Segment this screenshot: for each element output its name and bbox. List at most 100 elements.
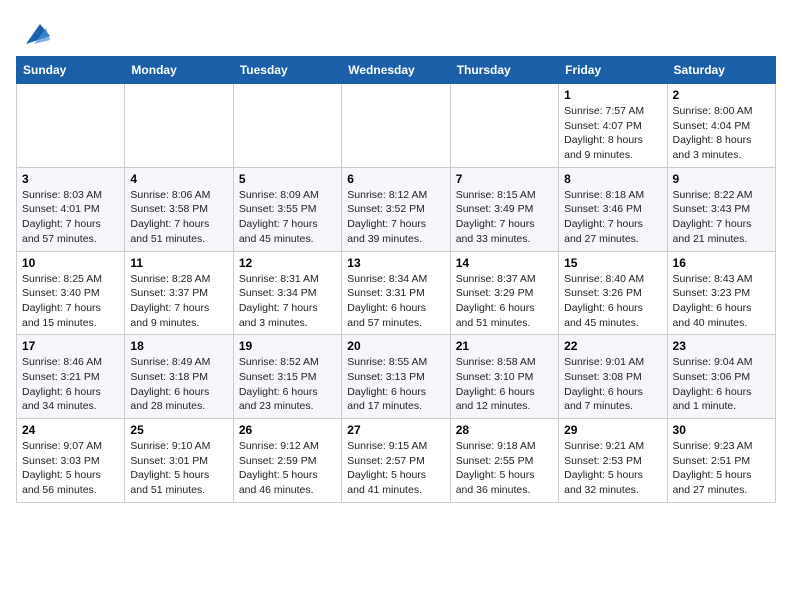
day-info: Sunrise: 8:00 AM Sunset: 4:04 PM Dayligh… (673, 104, 770, 163)
day-number: 2 (673, 88, 770, 102)
day-info: Sunrise: 8:18 AM Sunset: 3:46 PM Dayligh… (564, 188, 661, 247)
calendar-cell: 7 Sunrise: 8:15 AM Sunset: 3:49 PM Daylig… (450, 167, 558, 251)
day-number: 17 (22, 339, 119, 353)
calendar-cell: 18Sunrise: 8:49 AM Sunset: 3:18 PM Dayli… (125, 335, 233, 419)
calendar-cell: 11Sunrise: 8:28 AM Sunset: 3:37 PM Dayli… (125, 251, 233, 335)
day-info: Sunrise: 8:22 AM Sunset: 3:43 PM Dayligh… (673, 188, 770, 247)
calendar-cell: 26 Sunrise: 9:12 AM Sunset: 2:59 PM Dayli… (233, 419, 341, 503)
calendar-cell: 25 Sunrise: 9:10 AM Sunset: 3:01 PM Dayli… (125, 419, 233, 503)
calendar-cell: 21Sunrise: 8:58 AM Sunset: 3:10 PM Dayli… (450, 335, 558, 419)
day-number: 24 (22, 423, 119, 437)
day-number: 13 (347, 256, 444, 270)
day-header-sunday: Sunday (17, 57, 125, 84)
day-info: Sunrise: 9:10 AM Sunset: 3:01 PM Dayligh… (130, 439, 227, 498)
day-number: 23 (673, 339, 770, 353)
calendar-cell: 23 Sunrise: 9:04 AM Sunset: 3:06 PM Dayli… (667, 335, 775, 419)
calendar-cell: 22 Sunrise: 9:01 AM Sunset: 3:08 PM Dayli… (559, 335, 667, 419)
day-number: 26 (239, 423, 336, 437)
day-number: 19 (239, 339, 336, 353)
day-number: 16 (673, 256, 770, 270)
day-number: 27 (347, 423, 444, 437)
calendar-week-row: 17Sunrise: 8:46 AM Sunset: 3:21 PM Dayli… (17, 335, 776, 419)
calendar-cell: 14 Sunrise: 8:37 AM Sunset: 3:29 PM Dayli… (450, 251, 558, 335)
day-number: 9 (673, 172, 770, 186)
day-header-monday: Monday (125, 57, 233, 84)
calendar-cell: 4 Sunrise: 8:06 AM Sunset: 3:58 PM Daylig… (125, 167, 233, 251)
day-info: Sunrise: 8:06 AM Sunset: 3:58 PM Dayligh… (130, 188, 227, 247)
day-number: 3 (22, 172, 119, 186)
calendar-cell: 17Sunrise: 8:46 AM Sunset: 3:21 PM Dayli… (17, 335, 125, 419)
day-info: Sunrise: 9:15 AM Sunset: 2:57 PM Dayligh… (347, 439, 444, 498)
calendar: SundayMondayTuesdayWednesdayThursdayFrid… (16, 56, 776, 503)
calendar-cell: 5Sunrise: 8:09 AM Sunset: 3:55 PM Daylig… (233, 167, 341, 251)
calendar-cell (17, 84, 125, 168)
logo-icon (18, 20, 50, 48)
day-info: Sunrise: 8:40 AM Sunset: 3:26 PM Dayligh… (564, 272, 661, 331)
calendar-cell: 2 Sunrise: 8:00 AM Sunset: 4:04 PM Daylig… (667, 84, 775, 168)
calendar-cell (342, 84, 450, 168)
calendar-cell: 15 Sunrise: 8:40 AM Sunset: 3:26 PM Dayli… (559, 251, 667, 335)
calendar-cell (125, 84, 233, 168)
calendar-week-row: 24Sunrise: 9:07 AM Sunset: 3:03 PM Dayli… (17, 419, 776, 503)
day-info: Sunrise: 9:21 AM Sunset: 2:53 PM Dayligh… (564, 439, 661, 498)
day-number: 25 (130, 423, 227, 437)
day-info: Sunrise: 8:25 AM Sunset: 3:40 PM Dayligh… (22, 272, 119, 331)
day-number: 8 (564, 172, 661, 186)
day-number: 14 (456, 256, 553, 270)
day-info: Sunrise: 8:03 AM Sunset: 4:01 PM Dayligh… (22, 188, 119, 247)
header (16, 16, 776, 48)
calendar-cell (233, 84, 341, 168)
day-info: Sunrise: 8:12 AM Sunset: 3:52 PM Dayligh… (347, 188, 444, 247)
day-number: 20 (347, 339, 444, 353)
day-header-wednesday: Wednesday (342, 57, 450, 84)
calendar-cell: 3 Sunrise: 8:03 AM Sunset: 4:01 PM Daylig… (17, 167, 125, 251)
day-header-saturday: Saturday (667, 57, 775, 84)
calendar-cell: 24Sunrise: 9:07 AM Sunset: 3:03 PM Dayli… (17, 419, 125, 503)
logo (16, 20, 50, 48)
day-info: Sunrise: 8:09 AM Sunset: 3:55 PM Dayligh… (239, 188, 336, 247)
day-info: Sunrise: 9:01 AM Sunset: 3:08 PM Dayligh… (564, 355, 661, 414)
calendar-week-row: 1Sunrise: 7:57 AM Sunset: 4:07 PM Daylig… (17, 84, 776, 168)
calendar-cell (450, 84, 558, 168)
day-number: 22 (564, 339, 661, 353)
calendar-header-row: SundayMondayTuesdayWednesdayThursdayFrid… (17, 57, 776, 84)
calendar-cell: 12 Sunrise: 8:31 AM Sunset: 3:34 PM Dayli… (233, 251, 341, 335)
day-header-friday: Friday (559, 57, 667, 84)
day-info: Sunrise: 9:04 AM Sunset: 3:06 PM Dayligh… (673, 355, 770, 414)
day-number: 28 (456, 423, 553, 437)
day-info: Sunrise: 8:52 AM Sunset: 3:15 PM Dayligh… (239, 355, 336, 414)
day-info: Sunrise: 8:37 AM Sunset: 3:29 PM Dayligh… (456, 272, 553, 331)
day-number: 29 (564, 423, 661, 437)
calendar-cell: 27 Sunrise: 9:15 AM Sunset: 2:57 PM Dayli… (342, 419, 450, 503)
calendar-cell: 30Sunrise: 9:23 AM Sunset: 2:51 PM Dayli… (667, 419, 775, 503)
day-info: Sunrise: 8:34 AM Sunset: 3:31 PM Dayligh… (347, 272, 444, 331)
day-info: Sunrise: 9:12 AM Sunset: 2:59 PM Dayligh… (239, 439, 336, 498)
day-number: 12 (239, 256, 336, 270)
day-number: 6 (347, 172, 444, 186)
day-number: 4 (130, 172, 227, 186)
calendar-cell: 8 Sunrise: 8:18 AM Sunset: 3:46 PM Daylig… (559, 167, 667, 251)
day-number: 7 (456, 172, 553, 186)
day-info: Sunrise: 9:18 AM Sunset: 2:55 PM Dayligh… (456, 439, 553, 498)
day-info: Sunrise: 8:43 AM Sunset: 3:23 PM Dayligh… (673, 272, 770, 331)
calendar-cell: 6 Sunrise: 8:12 AM Sunset: 3:52 PM Daylig… (342, 167, 450, 251)
calendar-week-row: 3 Sunrise: 8:03 AM Sunset: 4:01 PM Daylig… (17, 167, 776, 251)
day-number: 30 (673, 423, 770, 437)
calendar-cell: 9 Sunrise: 8:22 AM Sunset: 3:43 PM Daylig… (667, 167, 775, 251)
day-number: 18 (130, 339, 227, 353)
calendar-cell: 20Sunrise: 8:55 AM Sunset: 3:13 PM Dayli… (342, 335, 450, 419)
day-header-tuesday: Tuesday (233, 57, 341, 84)
day-number: 15 (564, 256, 661, 270)
calendar-cell: 10 Sunrise: 8:25 AM Sunset: 3:40 PM Dayli… (17, 251, 125, 335)
day-info: Sunrise: 8:15 AM Sunset: 3:49 PM Dayligh… (456, 188, 553, 247)
day-info: Sunrise: 7:57 AM Sunset: 4:07 PM Dayligh… (564, 104, 661, 163)
calendar-week-row: 10 Sunrise: 8:25 AM Sunset: 3:40 PM Dayli… (17, 251, 776, 335)
day-number: 10 (22, 256, 119, 270)
day-header-thursday: Thursday (450, 57, 558, 84)
day-info: Sunrise: 8:28 AM Sunset: 3:37 PM Dayligh… (130, 272, 227, 331)
calendar-cell: 29 Sunrise: 9:21 AM Sunset: 2:53 PM Dayli… (559, 419, 667, 503)
calendar-cell: 1Sunrise: 7:57 AM Sunset: 4:07 PM Daylig… (559, 84, 667, 168)
calendar-cell: 13 Sunrise: 8:34 AM Sunset: 3:31 PM Dayli… (342, 251, 450, 335)
calendar-cell: 28 Sunrise: 9:18 AM Sunset: 2:55 PM Dayli… (450, 419, 558, 503)
day-info: Sunrise: 8:31 AM Sunset: 3:34 PM Dayligh… (239, 272, 336, 331)
